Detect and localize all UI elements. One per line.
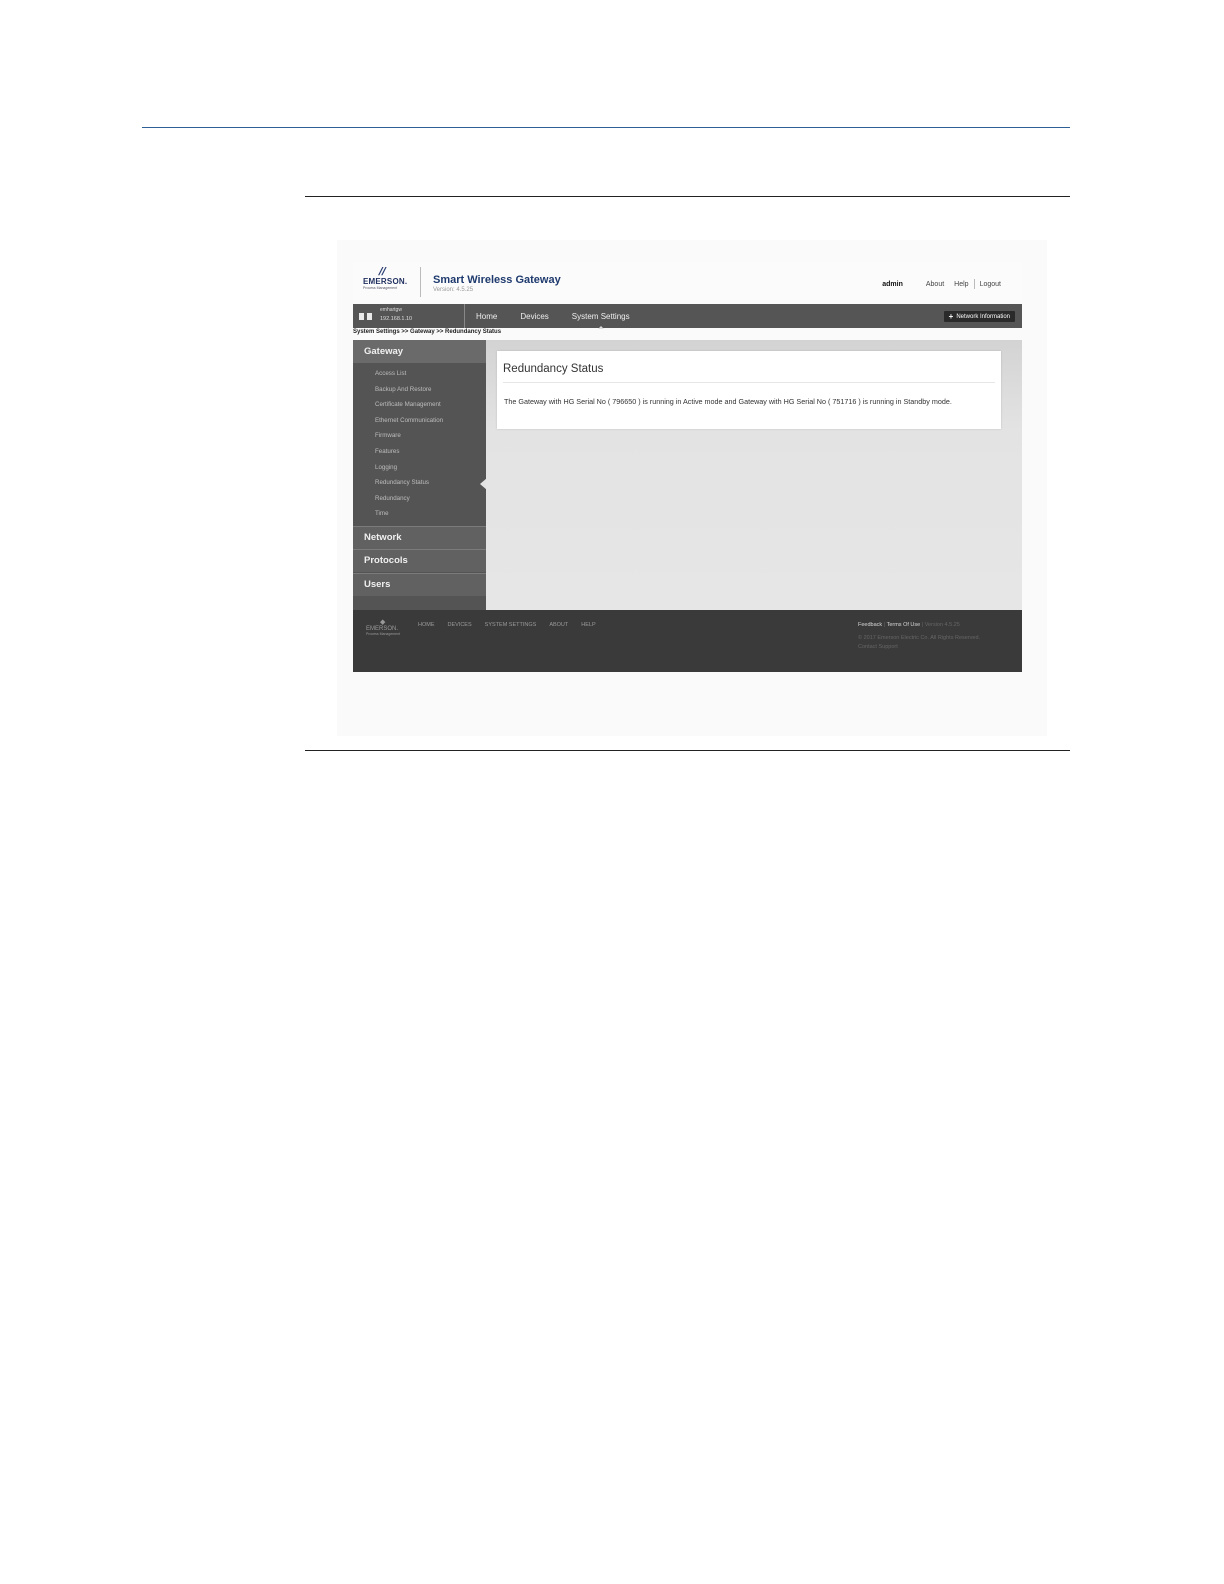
sidebar-item-features[interactable]: Features: [375, 448, 443, 464]
breadcrumb: System Settings >> Gateway >> Redundancy…: [353, 329, 1022, 340]
screenshot-figure: // EMERSON. Process Management Smart Wir…: [337, 240, 1047, 736]
sidebar-section-label: Network: [364, 532, 402, 543]
redundancy-status-message: The Gateway with HG Serial No ( 796650 )…: [504, 397, 952, 406]
sidebar-section-label: Users: [364, 579, 391, 590]
footer-link-system-settings[interactable]: SYSTEM SETTINGS: [485, 622, 537, 628]
feedback-link[interactable]: Feedback: [858, 622, 882, 628]
footer-link-about[interactable]: ABOUT: [549, 622, 568, 628]
footer-link-help[interactable]: HELP: [581, 622, 595, 628]
device-name: emhartgw: [380, 307, 402, 313]
gateway-pair-icon: [359, 313, 372, 320]
sidebar-item-redundancy[interactable]: Redundancy: [375, 495, 443, 511]
footer-logo-subtext: Process Management: [366, 632, 401, 636]
sidebar-list: Access List Backup And Restore Certifica…: [375, 370, 443, 526]
device-ip: 192.168.1.10: [380, 316, 413, 322]
sidebar-item-certificate-management[interactable]: Certificate Management: [375, 401, 443, 417]
sidebar: Gateway Access List Backup And Restore C…: [353, 340, 487, 610]
footer-link-devices[interactable]: DEVICES: [448, 622, 472, 628]
sidebar-section-users[interactable]: Users: [353, 573, 486, 596]
sidebar-section-label: Protocols: [364, 555, 408, 566]
sidebar-item-firmware[interactable]: Firmware: [375, 432, 443, 448]
network-information-label: Network Information: [956, 313, 1010, 320]
footer-version: Version 4.5.25: [924, 622, 960, 628]
footer-logo: ◆ EMERSON. Process Management: [366, 618, 400, 636]
about-link[interactable]: About: [921, 281, 949, 288]
figure-bottom-rule: [305, 750, 1070, 751]
contact-support-link[interactable]: Contact Support: [858, 643, 980, 652]
figure-top-rule: [305, 196, 1070, 197]
gateway-web-app: // EMERSON. Process Management Smart Wir…: [353, 262, 1022, 672]
nav-items: Home Devices System Settings: [476, 304, 630, 330]
content-area: Redundancy Status The Gateway with HG Se…: [486, 340, 1022, 610]
sidebar-section-label: Gateway: [364, 346, 404, 357]
help-link[interactable]: Help: [949, 281, 973, 288]
header-links: admin About Help Logout: [882, 279, 1006, 289]
sidebar-item-redundancy-status[interactable]: Redundancy Status: [375, 479, 443, 495]
footer-separator: |: [921, 622, 924, 628]
sidebar-item-access-list[interactable]: Access List: [375, 370, 443, 386]
plus-icon: +: [948, 311, 954, 321]
page-top-rule: [142, 127, 1070, 128]
terms-of-use-link[interactable]: Terms Of Use: [887, 622, 921, 628]
sidebar-item-time[interactable]: Time: [375, 510, 443, 526]
sidebar-section-gateway[interactable]: Gateway: [353, 340, 486, 363]
copyright: © 2017 Emerson Electric Co. All Rights R…: [858, 635, 981, 641]
main-navbar: emhartgw 192.168.1.10 Home Devices Syste…: [353, 304, 1022, 330]
logout-link[interactable]: Logout: [975, 281, 1006, 288]
network-information-button[interactable]: + Network Information: [943, 311, 1015, 322]
redundancy-status-panel: Redundancy Status The Gateway with HG Se…: [497, 351, 1001, 429]
footer-separator: |: [883, 622, 886, 628]
app-header: // EMERSON. Process Management Smart Wir…: [353, 262, 1022, 304]
gateway-device-info: emhartgw 192.168.1.10: [353, 304, 465, 328]
panel-divider: [503, 382, 995, 383]
logo-subtext: Process Management: [363, 286, 398, 290]
footer-nav: HOME DEVICES SYSTEM SETTINGS ABOUT HELP: [418, 622, 596, 628]
app-title: Smart Wireless Gateway: [433, 274, 561, 286]
sidebar-section-protocols[interactable]: Protocols: [353, 549, 486, 572]
current-user: admin: [882, 280, 903, 288]
sidebar-section-network[interactable]: Network: [353, 526, 486, 549]
nav-system-settings[interactable]: System Settings: [572, 312, 630, 330]
sidebar-item-logging[interactable]: Logging: [375, 464, 443, 480]
footer-emerson-mark-icon: ◆: [380, 619, 386, 626]
sidebar-item-ethernet-communication[interactable]: Ethernet Communication: [375, 417, 443, 433]
header-divider: [420, 267, 421, 297]
logo-text: EMERSON.: [363, 277, 408, 286]
app-version: Version: 4.5.25: [433, 287, 474, 293]
footer-link-home[interactable]: HOME: [418, 622, 435, 628]
footer: ◆ EMERSON. Process Management HOME DEVIC…: [353, 610, 1022, 672]
sidebar-item-backup-and-restore[interactable]: Backup And Restore: [375, 386, 443, 402]
footer-right: Feedback | Terms Of Use | Version 4.5.25…: [858, 621, 980, 652]
panel-title: Redundancy Status: [503, 363, 604, 375]
nav-home[interactable]: Home: [476, 312, 497, 321]
nav-devices[interactable]: Devices: [520, 312, 548, 321]
